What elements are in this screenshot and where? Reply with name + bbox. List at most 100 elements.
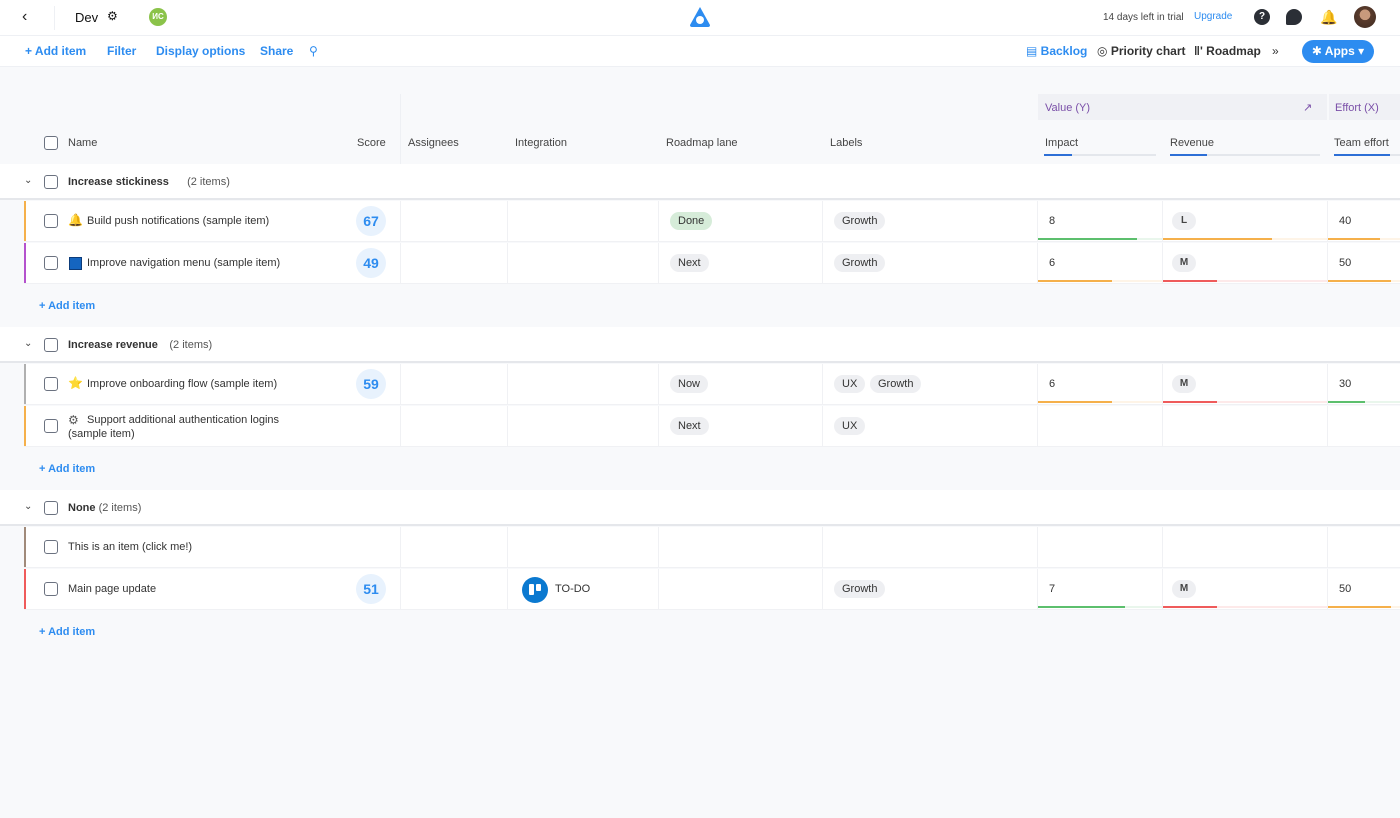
- add-item-link[interactable]: + Add item: [39, 626, 95, 638]
- row-checkbox[interactable]: [44, 377, 58, 391]
- column-assignees[interactable]: Assignees: [408, 137, 459, 149]
- column-divider: [658, 569, 659, 609]
- label-pill[interactable]: Growth: [870, 375, 922, 393]
- row-checkbox[interactable]: [44, 540, 58, 554]
- row-checkbox[interactable]: [44, 214, 58, 228]
- table-row[interactable]: Improve navigation menu (sample item) 49 N…: [24, 243, 1400, 284]
- help-icon[interactable]: ?: [1254, 9, 1270, 25]
- column-divider: [822, 364, 823, 404]
- gear-icon[interactable]: ⚙: [107, 9, 118, 23]
- table-row[interactable]: 🔔 Build push notifications (sample item) 6…: [24, 201, 1400, 242]
- revenue-value[interactable]: L: [1172, 212, 1196, 230]
- column-divider: [1037, 406, 1038, 446]
- column-divider: [658, 527, 659, 567]
- back-chevron-icon[interactable]: ‹: [22, 8, 27, 26]
- item-name[interactable]: Support additional authentication logins…: [68, 413, 308, 441]
- chevron-down-icon[interactable]: ⌄: [24, 501, 32, 512]
- label-pill[interactable]: UX: [834, 417, 866, 435]
- column-integration[interactable]: Integration: [515, 137, 567, 149]
- group-header[interactable]: ⌄ None (2 items): [0, 490, 1400, 526]
- select-all-checkbox[interactable]: [44, 136, 58, 150]
- column-impact[interactable]: Impact: [1045, 137, 1078, 149]
- view-backlog[interactable]: ▤ Backlog: [1026, 44, 1087, 58]
- row-checkbox[interactable]: [44, 419, 58, 433]
- item-name[interactable]: Main page update: [68, 582, 308, 596]
- add-item-link[interactable]: + Add item: [39, 300, 95, 312]
- display-options-button[interactable]: Display options: [156, 44, 245, 58]
- team-effort-value[interactable]: 40: [1339, 215, 1351, 227]
- revenue-value[interactable]: M: [1172, 254, 1196, 272]
- upgrade-link[interactable]: Upgrade: [1194, 11, 1232, 22]
- label-pill[interactable]: UX: [834, 375, 866, 393]
- column-divider: [1327, 569, 1328, 609]
- column-divider: [1327, 364, 1328, 404]
- app-logo-icon: [690, 7, 710, 27]
- impact-value[interactable]: 6: [1049, 257, 1055, 269]
- table-row[interactable]: ⭐ Improve onboarding flow (sample item) 59…: [24, 364, 1400, 405]
- item-name[interactable]: Improve onboarding flow (sample item): [87, 377, 327, 391]
- label-pill[interactable]: Growth: [834, 254, 886, 272]
- column-divider: [1037, 364, 1038, 404]
- search-icon[interactable]: ⚲: [309, 44, 318, 58]
- add-item-link[interactable]: + Add item: [39, 463, 95, 475]
- table-row[interactable]: ⚙ Support additional authentication login…: [24, 406, 1400, 447]
- label-pill[interactable]: Growth: [834, 580, 886, 598]
- column-name[interactable]: Name: [68, 137, 97, 149]
- user-initials-avatar[interactable]: ИС: [149, 8, 167, 26]
- value-group-label: Value (Y): [1045, 102, 1091, 114]
- column-roadmap-lane[interactable]: Roadmap lane: [666, 137, 738, 149]
- column-team-effort[interactable]: Team effort: [1334, 137, 1389, 149]
- row-color-stripe: [24, 364, 26, 404]
- column-score[interactable]: Score: [357, 137, 386, 149]
- group-name: None: [68, 502, 96, 514]
- roadmap-lane-pill[interactable]: Done: [670, 212, 713, 230]
- roadmap-lane-pill[interactable]: Now: [670, 375, 709, 393]
- roadmap-lane-pill[interactable]: Next: [670, 417, 709, 435]
- table-row[interactable]: Main page update 51 TO-DO Growth 7 M 50: [24, 569, 1400, 610]
- view-priority-chart[interactable]: ◎ Priority chart: [1097, 44, 1186, 58]
- integration-status[interactable]: TO-DO: [555, 583, 590, 595]
- roadmap-lane-pill[interactable]: Next: [670, 254, 709, 272]
- more-views-button[interactable]: »: [1272, 44, 1279, 58]
- impact-value[interactable]: 6: [1049, 378, 1055, 390]
- chevron-down-icon[interactable]: ⌄: [24, 338, 32, 349]
- table-row[interactable]: This is an item (click me!): [24, 527, 1400, 568]
- view-roadmap[interactable]: ‖' Roadmap: [1194, 44, 1261, 58]
- column-revenue[interactable]: Revenue: [1170, 137, 1214, 149]
- group-checkbox[interactable]: [44, 175, 58, 189]
- group-header[interactable]: ⌄ Increase stickiness (2 items): [0, 164, 1400, 200]
- chat-icon[interactable]: [1286, 9, 1302, 25]
- add-item-button[interactable]: + Add item: [25, 44, 86, 58]
- revenue-value[interactable]: M: [1172, 375, 1196, 393]
- row-checkbox[interactable]: [44, 582, 58, 596]
- trend-icon[interactable]: ↗: [1303, 101, 1312, 114]
- group-header[interactable]: ⌄ Increase revenue (2 items): [0, 327, 1400, 363]
- team-effort-value[interactable]: 50: [1339, 257, 1351, 269]
- column-labels[interactable]: Labels: [830, 137, 862, 149]
- revenue-value[interactable]: M: [1172, 580, 1196, 598]
- impact-bar-fill: [1038, 280, 1112, 282]
- filter-button[interactable]: Filter: [107, 44, 136, 58]
- item-name[interactable]: This is an item (click me!): [68, 540, 308, 554]
- revenue-weight-bar: [1170, 154, 1320, 156]
- team-effort-value[interactable]: 30: [1339, 378, 1351, 390]
- group-checkbox[interactable]: [44, 501, 58, 515]
- column-divider: [400, 527, 401, 567]
- user-avatar[interactable]: [1354, 6, 1376, 28]
- impact-value[interactable]: 7: [1049, 583, 1055, 595]
- team-effort-value[interactable]: 50: [1339, 583, 1351, 595]
- column-divider: [400, 243, 401, 283]
- group-checkbox[interactable]: [44, 338, 58, 352]
- bell-icon[interactable]: 🔔: [1320, 9, 1337, 25]
- item-name[interactable]: Improve navigation menu (sample item): [87, 256, 327, 270]
- row-checkbox[interactable]: [44, 256, 58, 270]
- apps-button[interactable]: ✱ Apps ▾: [1302, 40, 1374, 63]
- board-name[interactable]: Dev: [75, 10, 98, 25]
- share-button[interactable]: Share: [260, 44, 293, 58]
- item-name[interactable]: Build push notifications (sample item): [87, 214, 327, 228]
- impact-value[interactable]: 8: [1049, 215, 1055, 227]
- chevron-down-icon[interactable]: ⌄: [24, 175, 32, 186]
- trello-icon[interactable]: [522, 577, 548, 603]
- group-name: Increase stickiness: [68, 176, 169, 188]
- label-pill[interactable]: Growth: [834, 212, 886, 230]
